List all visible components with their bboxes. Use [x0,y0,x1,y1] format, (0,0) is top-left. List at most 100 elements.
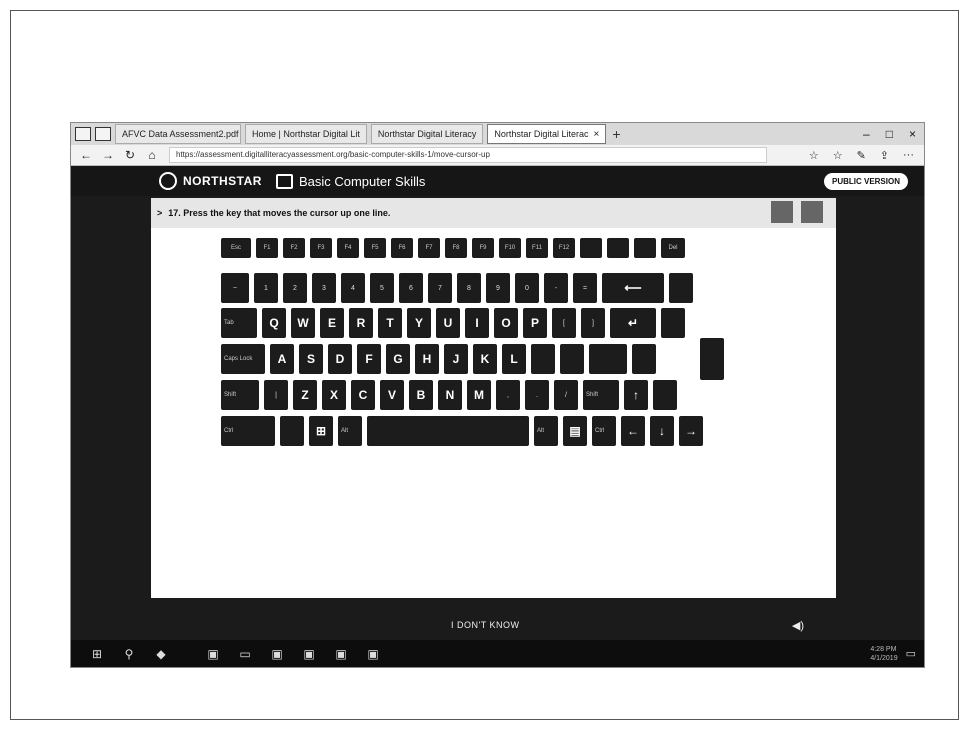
key[interactable]: ← [621,416,645,446]
key[interactable]: - [544,273,568,303]
notes-icon[interactable]: ✎ [857,149,866,162]
key[interactable]: Y [407,308,431,338]
key[interactable]: Esc [221,238,251,258]
key[interactable]: E [320,308,344,338]
key[interactable]: S [299,344,323,374]
key[interactable] [531,344,555,374]
key[interactable]: F [357,344,381,374]
key[interactable]: ↑ [624,380,648,410]
key[interactable]: F2 [283,238,305,258]
key[interactable]: F10 [499,238,521,258]
dont-know-button[interactable]: I DON'T KNOW [451,620,520,630]
key[interactable]: G [386,344,410,374]
key[interactable]: ▤ [563,416,587,446]
key[interactable]: Shift [221,380,259,410]
key[interactable]: , [496,380,520,410]
favorite-icon[interactable]: ☆ [809,149,819,162]
key[interactable]: Z [293,380,317,410]
key[interactable] [280,416,304,446]
question-chevron-icon[interactable]: > [157,208,162,218]
key[interactable]: C [351,380,375,410]
key[interactable] [367,416,529,446]
key[interactable]: J [444,344,468,374]
key[interactable]: Q [262,308,286,338]
key[interactable]: Caps Lock [221,344,265,374]
cortana-icon[interactable]: ◆ [155,647,167,661]
key[interactable]: F9 [472,238,494,258]
key[interactable]: L [502,344,526,374]
key[interactable]: O [494,308,518,338]
key[interactable]: P [523,308,547,338]
key[interactable]: 4 [341,273,365,303]
key[interactable]: Alt [338,416,362,446]
key[interactable]: M [467,380,491,410]
key[interactable]: 7 [428,273,452,303]
url-field[interactable]: https://assessment.digitalliteracyassess… [169,147,767,163]
key[interactable] [669,273,693,303]
clock[interactable]: 4:28 PM 4/1/2019 [870,645,897,663]
key[interactable]: F3 [310,238,332,258]
taskbar-app-icon[interactable]: ▣ [367,647,379,661]
key[interactable]: / [554,380,578,410]
key[interactable]: F7 [418,238,440,258]
key[interactable]: H [415,344,439,374]
key[interactable]: R [349,308,373,338]
key[interactable] [580,238,602,258]
key[interactable]: F8 [445,238,467,258]
key[interactable]: 5 [370,273,394,303]
key[interactable]: X [322,380,346,410]
key[interactable]: | [264,380,288,410]
question-tool-button[interactable] [771,201,793,223]
key[interactable]: = [573,273,597,303]
new-tab-button[interactable]: + [612,126,620,142]
favorites-bar-icon[interactable]: ☆ [833,149,843,162]
more-icon[interactable]: ··· [903,149,914,162]
key[interactable]: Ctrl [221,416,275,446]
search-icon[interactable]: ⚲ [123,647,135,661]
key[interactable]: Tab [221,308,257,338]
notifications-icon[interactable]: ▭ [906,647,916,660]
key[interactable] [632,344,656,374]
key[interactable]: T [378,308,402,338]
key[interactable]: W [291,308,315,338]
key[interactable]: 8 [457,273,481,303]
key[interactable]: F4 [337,238,359,258]
home-icon[interactable]: ⌂ [145,148,159,162]
taskbar-app-icon[interactable]: ▣ [271,647,283,661]
key[interactable]: ⊞ [309,416,333,446]
key[interactable]: V [380,380,404,410]
key[interactable] [589,344,627,374]
taskbar-app-icon[interactable]: ▭ [239,647,251,661]
key[interactable] [560,344,584,374]
key[interactable]: Del [661,238,685,258]
taskbar-app-icon[interactable]: ▣ [207,647,219,661]
key[interactable]: 2 [283,273,307,303]
taskbar-app-icon[interactable]: ▣ [335,647,347,661]
refresh-icon[interactable]: ↻ [123,148,137,162]
question-tool-button[interactable] [801,201,823,223]
speaker-icon[interactable]: ◀) [792,619,804,632]
key[interactable]: → [679,416,703,446]
key[interactable]: Ctrl [592,416,616,446]
key[interactable]: F6 [391,238,413,258]
key[interactable] [607,238,629,258]
key[interactable]: N [438,380,462,410]
minimize-button[interactable]: – [863,127,870,141]
key[interactable]: Shift [583,380,619,410]
enter-key-extension[interactable] [700,338,724,380]
key[interactable]: D [328,344,352,374]
forward-icon[interactable]: → [101,148,115,162]
key[interactable]: 1 [254,273,278,303]
key[interactable]: F1 [256,238,278,258]
key[interactable]: F5 [364,238,386,258]
browser-tab[interactable]: Northstar Digital Literacy [370,124,484,144]
key[interactable]: Alt [534,416,558,446]
key[interactable] [661,308,685,338]
browser-tab[interactable]: Home | Northstar Digital Lit [245,124,367,144]
key[interactable]: U [436,308,460,338]
key[interactable]: I [465,308,489,338]
key[interactable]: . [525,380,549,410]
tab-actions-icon[interactable] [75,127,91,141]
key[interactable]: K [473,344,497,374]
key[interactable]: F11 [526,238,548,258]
